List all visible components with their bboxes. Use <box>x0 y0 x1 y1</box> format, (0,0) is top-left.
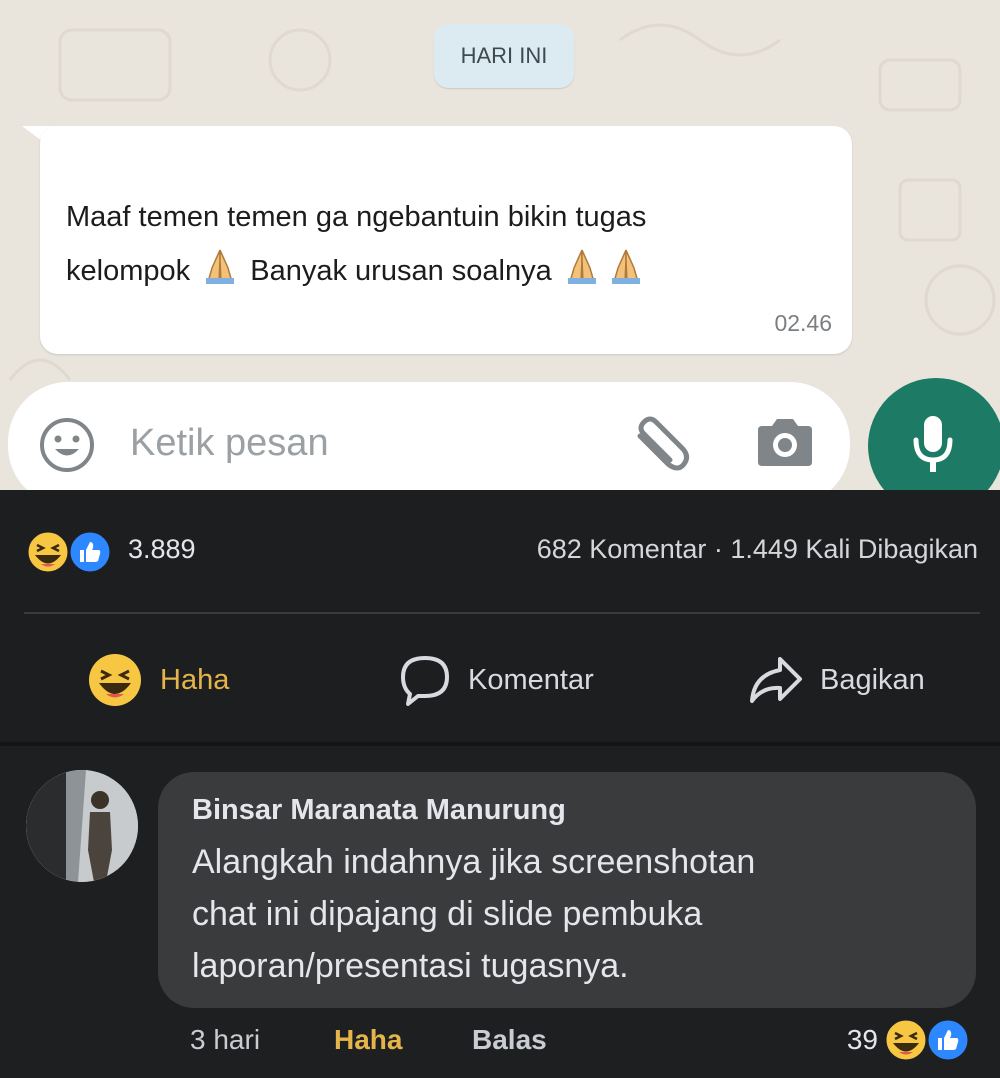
haha-reaction-button[interactable]: Haha <box>86 650 229 710</box>
share-arrow-icon <box>750 657 802 703</box>
comment-line-3: laporan/presentasi tugasnya. <box>192 947 629 985</box>
comment-author[interactable]: Binsar Maranata Manurung <box>192 794 566 827</box>
like-icon <box>925 1017 971 1063</box>
folded-hands-icon <box>206 249 235 284</box>
camera-icon[interactable] <box>754 414 816 470</box>
comment-button[interactable]: Komentar <box>398 650 594 710</box>
share-button[interactable]: Bagikan <box>748 650 925 710</box>
haha-icon <box>89 654 141 706</box>
comment-text: Alangkah indahnya jika screenshotan chat… <box>192 836 952 992</box>
haha-icon <box>25 529 71 575</box>
mic-icon <box>913 416 953 472</box>
folded-hands-icon <box>611 249 640 284</box>
message-input-placeholder[interactable]: Ketik pesan <box>130 422 329 465</box>
reactions-count[interactable]: 3.889 <box>128 534 196 565</box>
haha-icon <box>883 1017 929 1063</box>
date-chip: HARI INI <box>434 24 574 88</box>
avatar[interactable] <box>26 770 138 882</box>
comment-reaction-icons[interactable] <box>882 1016 978 1064</box>
message-line-2a: kelompok <box>66 255 191 287</box>
comment-line-2: chat ini dipajang di slide pembuka <box>192 895 703 933</box>
comment-label: Komentar <box>468 663 594 696</box>
comment-haha-button[interactable]: Haha <box>334 1024 402 1056</box>
paperclip-icon[interactable] <box>628 416 694 474</box>
message-time: 02.46 <box>774 310 832 336</box>
comment-reply-button[interactable]: Balas <box>472 1024 547 1056</box>
comment-timestamp[interactable]: 3 hari <box>190 1024 260 1056</box>
message-line-2b: Banyak urusan soalnya <box>250 255 552 287</box>
message-line-1: Maaf temen temen ga ngebantuin bikin tug… <box>66 201 647 233</box>
haha-label: Haha <box>160 663 230 696</box>
folded-hands-icon <box>567 249 596 284</box>
comment-icon <box>401 656 449 706</box>
reaction-icons[interactable] <box>24 528 124 576</box>
message-text: Maaf temen temen ga ngebantuin bikin tug… <box>66 190 826 298</box>
whatsapp-chat-screenshot: HARI INI Maaf temen temen ga ngebantuin … <box>0 0 1000 490</box>
comment-reaction-count[interactable]: 39 <box>847 1024 878 1056</box>
share-label: Bagikan <box>820 663 925 696</box>
avatar-photo <box>26 770 138 882</box>
comments-shares-count[interactable]: 682 Komentar · 1.449 Kali Dibagikan <box>537 534 978 565</box>
smiley-icon[interactable] <box>38 416 96 474</box>
like-icon <box>67 529 113 575</box>
comment-line-1: Alangkah indahnya jika screenshotan <box>192 843 756 881</box>
